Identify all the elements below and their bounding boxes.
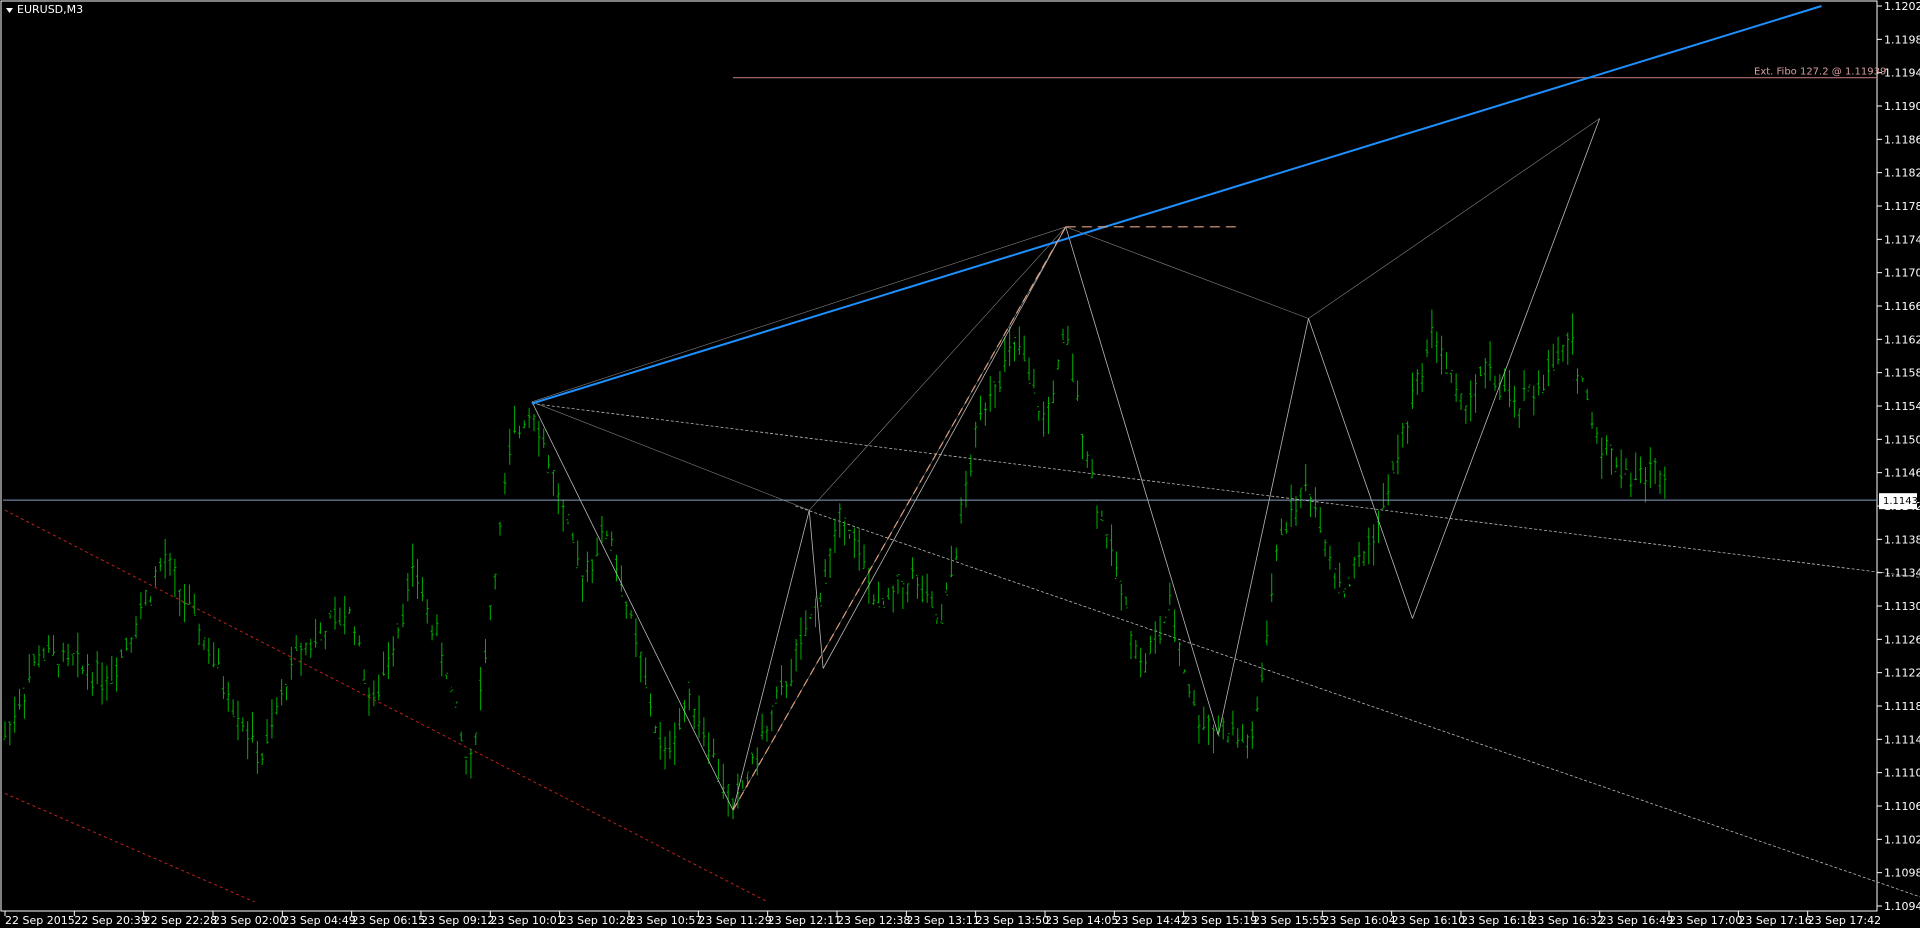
current-price-badge: 1.11432 bbox=[1879, 493, 1920, 510]
zigzag-segment bbox=[1308, 318, 1413, 619]
x-tick-label: 23 Sep 13:11 bbox=[906, 914, 979, 927]
red-dotted-channel bbox=[4, 509, 768, 903]
y-tick-label: 1.11505 bbox=[1884, 433, 1920, 446]
x-tick-label: 22 Sep 20:39 bbox=[74, 914, 147, 927]
plot-frame bbox=[0, 0, 1878, 912]
x-tick-label: 23 Sep 14:42 bbox=[1114, 914, 1187, 927]
y-tick-label: 1.11945 bbox=[1884, 67, 1920, 80]
x-tick-label: 23 Sep 09:12 bbox=[421, 914, 494, 927]
price-candles bbox=[3, 309, 1667, 820]
x-tick-label: 23 Sep 04:49 bbox=[282, 914, 355, 927]
y-tick-label: 1.11705 bbox=[1884, 267, 1920, 280]
y-tick-label: 1.11225 bbox=[1884, 667, 1920, 680]
x-tick-label: 23 Sep 06:15 bbox=[352, 914, 425, 927]
triangle-down-icon[interactable] bbox=[6, 8, 13, 13]
y-tick-label: 1.11825 bbox=[1884, 167, 1920, 180]
x-tick-label: 23 Sep 17:42 bbox=[1808, 914, 1881, 927]
zigzag-segment bbox=[1065, 226, 1219, 736]
x-tick-label: 23 Sep 16:18 bbox=[1461, 914, 1534, 927]
grey-dotted-channel bbox=[531, 403, 1920, 898]
y-tick-label: 1.11785 bbox=[1884, 200, 1920, 213]
x-tick-label: 23 Sep 12:11 bbox=[768, 914, 841, 927]
red-channel-lower bbox=[4, 793, 255, 903]
pattern-leg bbox=[1065, 226, 1309, 319]
y-tick-label: 1.11065 bbox=[1884, 800, 1920, 813]
pattern-leg bbox=[531, 226, 1066, 403]
channel-line bbox=[795, 505, 1920, 898]
y-tick-label: 1.11585 bbox=[1884, 367, 1920, 380]
x-tick-label: 23 Sep 10:01 bbox=[490, 914, 563, 927]
channel-line bbox=[531, 403, 1920, 578]
x-tick-label: 23 Sep 13:50 bbox=[976, 914, 1049, 927]
pattern-leg bbox=[732, 226, 1067, 811]
zigzag-segment bbox=[732, 510, 810, 811]
y-tick-label: 1.11265 bbox=[1884, 633, 1920, 646]
zigzag-segment bbox=[822, 226, 1067, 669]
zigzag-segment bbox=[808, 510, 824, 669]
y-tick-label: 1.11665 bbox=[1884, 300, 1920, 313]
x-tick-label: 23 Sep 16:32 bbox=[1530, 914, 1603, 927]
symbol-title[interactable]: EURUSD,M3 bbox=[6, 3, 83, 16]
x-tick-label: 23 Sep 16:49 bbox=[1600, 914, 1673, 927]
zigzag-segment bbox=[1412, 118, 1601, 619]
red-channel-upper bbox=[4, 509, 768, 903]
x-tick-label: 23 Sep 17:16 bbox=[1738, 914, 1811, 927]
y-tick-label: 1.11905 bbox=[1884, 100, 1920, 113]
current-price-label: 1.11432 bbox=[1883, 496, 1920, 507]
x-tick-label: 23 Sep 17:00 bbox=[1669, 914, 1742, 927]
x-tick-label: 22 Sep 2015 bbox=[5, 914, 75, 927]
chart-overlays bbox=[3, 5, 1877, 811]
x-tick-label: 23 Sep 14:05 bbox=[1045, 914, 1118, 927]
y-tick-label: 1.11025 bbox=[1884, 833, 1920, 846]
x-tick-label: 23 Sep 11:29 bbox=[698, 914, 771, 927]
pattern-leg bbox=[809, 226, 1067, 511]
y-tick-label: 1.10985 bbox=[1884, 867, 1920, 880]
pattern-leg bbox=[1308, 118, 1600, 319]
y-tick-label: 1.11745 bbox=[1884, 233, 1920, 246]
y-tick-label: 1.11305 bbox=[1884, 600, 1920, 613]
pattern-leg bbox=[531, 401, 810, 511]
x-tick-label: 22 Sep 22:28 bbox=[144, 914, 217, 927]
y-tick-label: 1.11185 bbox=[1884, 700, 1920, 713]
x-tick-label: 23 Sep 02:00 bbox=[213, 914, 286, 927]
x-tick-label: 23 Sep 12:38 bbox=[837, 914, 910, 927]
zigzag-segment bbox=[1217, 318, 1309, 736]
y-tick-label: 1.11625 bbox=[1884, 333, 1920, 346]
x-tick-label: 23 Sep 16:10 bbox=[1392, 914, 1465, 927]
y-tick-label: 1.12025 bbox=[1884, 0, 1920, 13]
fibo-annotation: Ext. Fibo 127.2 @ 1.11939 bbox=[1754, 67, 1886, 78]
price-axis: 1.12025 1.11985 1.11945 1.11905 1.11865 1.118… bbox=[1877, 0, 1920, 913]
symbol-label: EURUSD,M3 bbox=[17, 3, 83, 16]
y-tick-label: 1.11105 bbox=[1884, 767, 1920, 780]
y-tick-label: 1.11985 bbox=[1884, 33, 1920, 46]
y-tick-label: 1.11865 bbox=[1884, 133, 1920, 146]
y-tick-label: 1.11345 bbox=[1884, 567, 1920, 580]
y-tick-label: 1.10945 bbox=[1884, 900, 1920, 913]
price-chart[interactable]: 1.12025 1.11985 1.11945 1.11905 1.11865 1.118… bbox=[0, 0, 1920, 928]
y-tick-label: 1.11385 bbox=[1884, 533, 1920, 546]
time-axis: 22 Sep 2015 22 Sep 20:3922 Sep 22:2823 Se… bbox=[4, 911, 1881, 927]
blue-trendline bbox=[531, 5, 1822, 405]
x-tick-label: 23 Sep 15:19 bbox=[1184, 914, 1257, 927]
y-tick-label: 1.11145 bbox=[1884, 733, 1920, 746]
zigzag-segment bbox=[531, 401, 734, 811]
x-tick-label: 23 Sep 15:55 bbox=[1253, 914, 1326, 927]
x-tick-label: 23 Sep 16:04 bbox=[1322, 914, 1395, 927]
zigzag-pattern bbox=[531, 118, 1601, 811]
x-tick-label: 23 Sep 10:57 bbox=[629, 914, 702, 927]
y-tick-label: 1.11545 bbox=[1884, 400, 1920, 413]
x-tick-label: 23 Sep 10:28 bbox=[560, 914, 633, 927]
y-tick-label: 1.11465 bbox=[1884, 467, 1920, 480]
